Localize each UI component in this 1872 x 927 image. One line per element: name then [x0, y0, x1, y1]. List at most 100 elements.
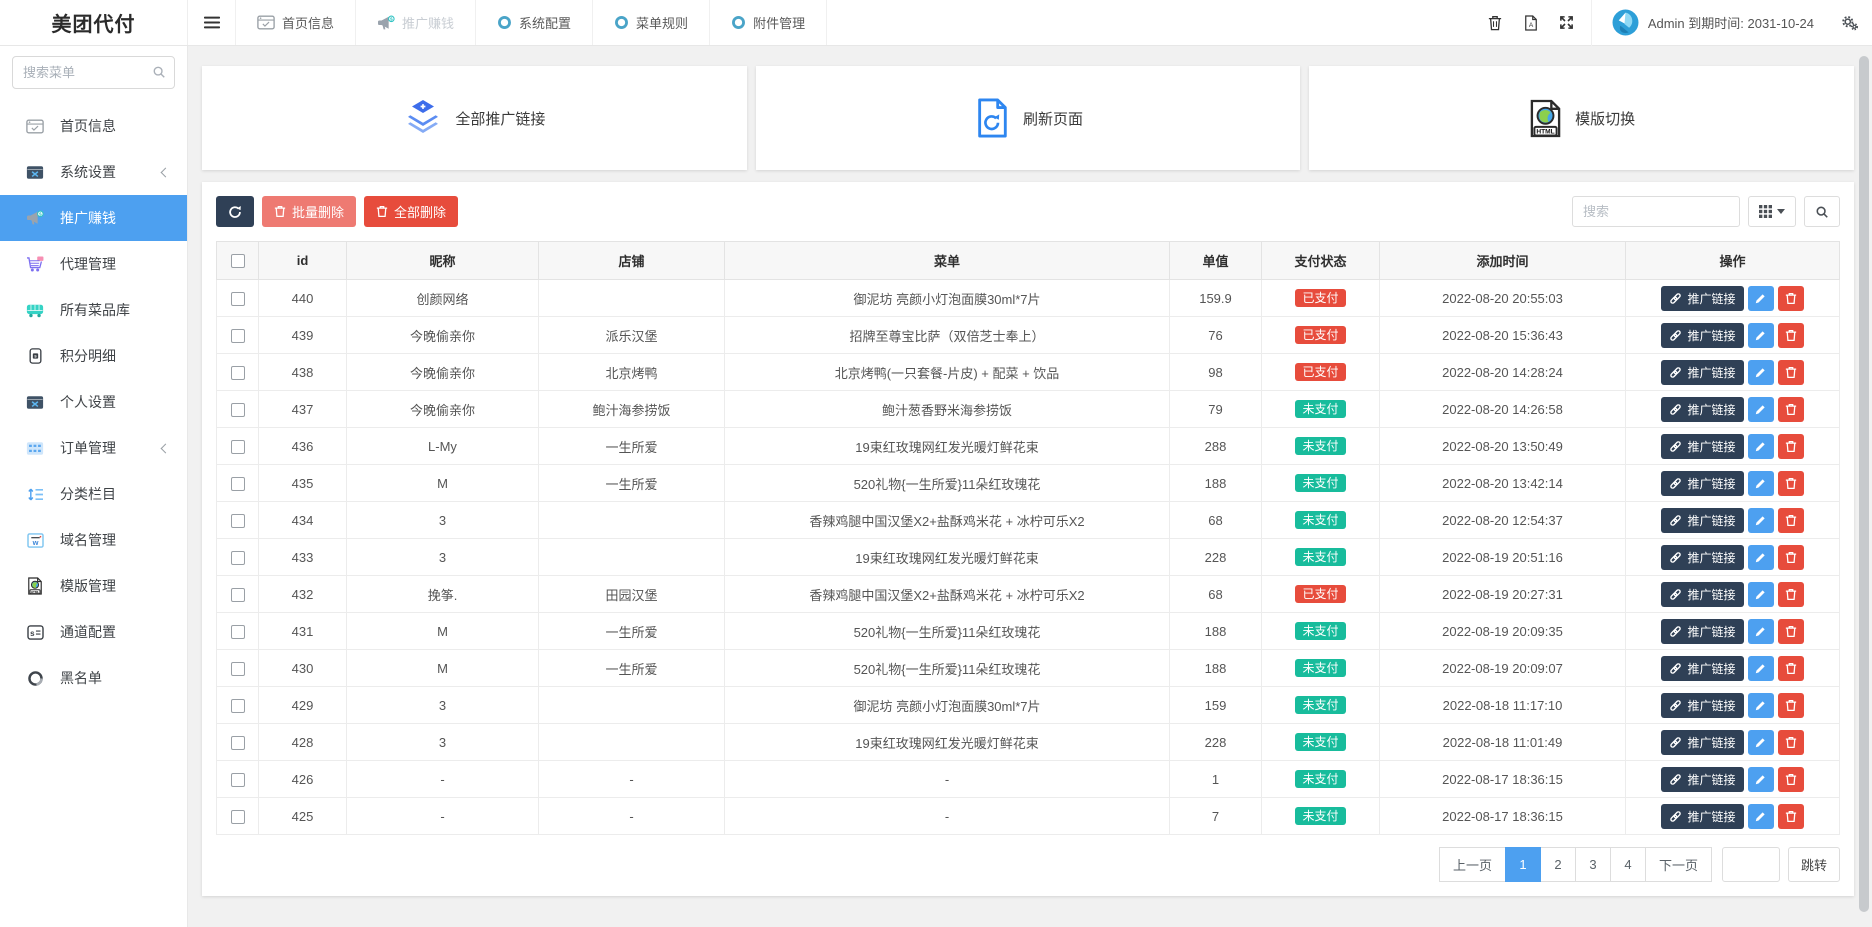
sidebar-toggle-button[interactable] — [188, 0, 236, 45]
edit-button[interactable] — [1748, 619, 1774, 644]
edit-button[interactable] — [1748, 767, 1774, 792]
sidebar-item-domain-mgmt[interactable]: w 域名管理 — [0, 517, 187, 563]
promo-link-button[interactable]: 推广链接 — [1661, 693, 1743, 718]
promo-link-button[interactable]: 推广链接 — [1661, 656, 1743, 681]
page-button-3[interactable]: 3 — [1575, 847, 1611, 882]
page-button-4[interactable]: 4 — [1610, 847, 1646, 882]
page-jump-input[interactable] — [1722, 847, 1780, 882]
row-checkbox[interactable] — [231, 625, 245, 639]
delete-button[interactable] — [1778, 545, 1804, 570]
promo-link-button[interactable]: 推广链接 — [1661, 286, 1743, 311]
edit-button[interactable] — [1748, 434, 1774, 459]
promo-link-button[interactable]: 推广链接 — [1661, 582, 1743, 607]
delete-button[interactable] — [1778, 397, 1804, 422]
sidebar-item-home-info[interactable]: 首页信息 — [0, 103, 187, 149]
menu-search-input[interactable] — [12, 56, 175, 89]
tab-attachment-mgmt[interactable]: 附件管理 — [710, 0, 827, 45]
promo-link-button[interactable]: 推广链接 — [1661, 508, 1743, 533]
card-all-promo-links[interactable]: 全部推广链接 — [202, 66, 747, 170]
edit-button[interactable] — [1748, 730, 1774, 755]
edit-button[interactable] — [1748, 323, 1774, 348]
fullscreen-button[interactable] — [1549, 0, 1585, 46]
card-template-switch[interactable]: HTML 模版切换 — [1309, 66, 1854, 170]
edit-button[interactable] — [1748, 582, 1774, 607]
row-checkbox[interactable] — [231, 810, 245, 824]
sidebar-item-blacklist[interactable]: 黑名单 — [0, 655, 187, 701]
sidebar-item-category-columns[interactable]: 分类栏目 — [0, 471, 187, 517]
page-jump-button[interactable]: 跳转 — [1788, 847, 1840, 882]
delete-button[interactable] — [1778, 693, 1804, 718]
columns-dropdown-button[interactable] — [1748, 196, 1796, 227]
delete-button[interactable] — [1778, 508, 1804, 533]
promo-link-button[interactable]: 推广链接 — [1661, 767, 1743, 792]
table-search-input[interactable] — [1572, 196, 1740, 227]
edit-button[interactable] — [1748, 286, 1774, 311]
row-checkbox[interactable] — [231, 551, 245, 565]
edit-button[interactable] — [1748, 656, 1774, 681]
delete-button[interactable] — [1778, 804, 1804, 829]
page-button-2[interactable]: 2 — [1540, 847, 1576, 882]
delete-button[interactable] — [1778, 730, 1804, 755]
delete-button[interactable] — [1778, 582, 1804, 607]
table-search-button[interactable] — [1804, 196, 1840, 227]
row-checkbox[interactable] — [231, 477, 245, 491]
promo-link-button[interactable]: 推广链接 — [1661, 360, 1743, 385]
promo-link-button[interactable]: 推广链接 — [1661, 323, 1743, 348]
row-checkbox[interactable] — [231, 699, 245, 713]
sidebar-item-all-dishes[interactable]: 所有菜品库 — [0, 287, 187, 333]
sidebar-item-system-settings[interactable]: 系统设置 — [0, 149, 187, 195]
tab-promo-earn[interactable]: $ 推广赚钱 — [356, 0, 476, 45]
tab-menu-rules[interactable]: 菜单规则 — [593, 0, 710, 45]
promo-link-button[interactable]: 推广链接 — [1661, 730, 1743, 755]
promo-link-button[interactable]: 推广链接 — [1661, 804, 1743, 829]
edit-button[interactable] — [1748, 693, 1774, 718]
row-checkbox[interactable] — [231, 329, 245, 343]
document-button[interactable]: A — [1513, 0, 1549, 46]
promo-link-button[interactable]: 推广链接 — [1661, 471, 1743, 496]
delete-button[interactable] — [1778, 619, 1804, 644]
next-page-button[interactable]: 下一页 — [1645, 847, 1712, 882]
delete-button[interactable] — [1778, 360, 1804, 385]
sidebar-item-channel-config[interactable]: s 通道配置 — [0, 609, 187, 655]
row-checkbox[interactable] — [231, 662, 245, 676]
row-checkbox[interactable] — [231, 514, 245, 528]
delete-button[interactable] — [1778, 323, 1804, 348]
edit-button[interactable] — [1748, 545, 1774, 570]
sidebar-item-template-mgmt[interactable]: HTML 模版管理 — [0, 563, 187, 609]
edit-button[interactable] — [1748, 397, 1774, 422]
admin-account-menu[interactable]: Admin 到期时间: 2031-10-24 — [1598, 9, 1828, 36]
tab-home-info[interactable]: 首页信息 — [236, 0, 356, 45]
promo-link-button[interactable]: 推广链接 — [1661, 397, 1743, 422]
sidebar-item-promo-earn[interactable]: $ 推广赚钱 — [0, 195, 187, 241]
edit-button[interactable] — [1748, 508, 1774, 533]
settings-button[interactable] — [1828, 0, 1872, 46]
promo-link-button[interactable]: 推广链接 — [1661, 619, 1743, 644]
page-button-1[interactable]: 1 — [1505, 847, 1541, 882]
delete-button[interactable] — [1778, 767, 1804, 792]
row-checkbox[interactable] — [231, 736, 245, 750]
refresh-button[interactable] — [216, 196, 254, 227]
card-refresh-page[interactable]: 刷新页面 — [756, 66, 1301, 170]
delete-button[interactable] — [1778, 656, 1804, 681]
sidebar-item-personal-settings[interactable]: 个人设置 — [0, 379, 187, 425]
delete-button[interactable] — [1778, 471, 1804, 496]
clear-cache-button[interactable] — [1477, 0, 1513, 46]
batch-delete-button[interactable]: 批量删除 — [262, 196, 356, 227]
delete-all-button[interactable]: 全部删除 — [364, 196, 458, 227]
row-checkbox[interactable] — [231, 403, 245, 417]
prev-page-button[interactable]: 上一页 — [1439, 847, 1506, 882]
promo-link-button[interactable]: 推广链接 — [1661, 434, 1743, 459]
edit-button[interactable] — [1748, 360, 1774, 385]
edit-button[interactable] — [1748, 471, 1774, 496]
row-checkbox[interactable] — [231, 773, 245, 787]
row-checkbox[interactable] — [231, 440, 245, 454]
delete-button[interactable] — [1778, 286, 1804, 311]
row-checkbox[interactable] — [231, 588, 245, 602]
row-checkbox[interactable] — [231, 292, 245, 306]
promo-link-button[interactable]: 推广链接 — [1661, 545, 1743, 570]
tab-system-config[interactable]: 系统配置 — [476, 0, 593, 45]
row-checkbox[interactable] — [231, 366, 245, 380]
sidebar-item-order-mgmt[interactable]: 订单管理 — [0, 425, 187, 471]
delete-button[interactable] — [1778, 434, 1804, 459]
select-all-checkbox[interactable] — [231, 254, 245, 268]
